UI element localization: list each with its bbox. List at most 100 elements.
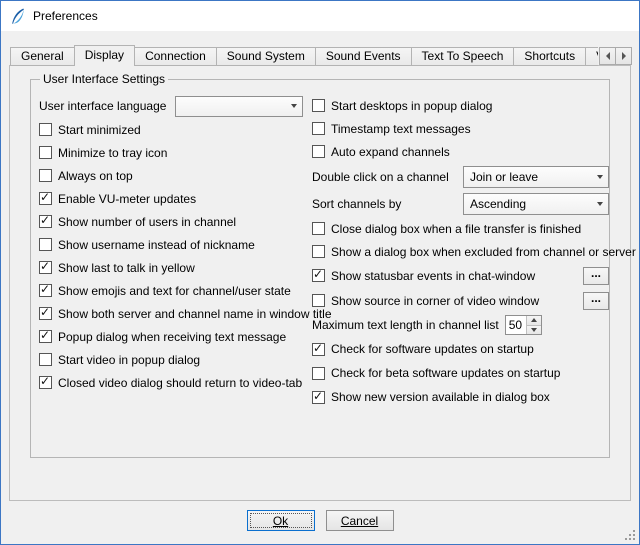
- checkbox-box[interactable]: ✓: [312, 245, 325, 258]
- tab-text-to-speech[interactable]: Text To Speech: [411, 47, 515, 66]
- tab-sound-events[interactable]: Sound Events: [315, 47, 412, 66]
- checkbox-popup-dialog-on-text-message[interactable]: ✓ Popup dialog when receiving text messa…: [39, 325, 303, 348]
- checkbox-box[interactable]: ✓: [312, 367, 325, 380]
- checkbox-label: Show both server and channel name in win…: [58, 307, 332, 321]
- checkbox-always-on-top[interactable]: ✓ Always on top: [39, 164, 303, 187]
- checkbox-box[interactable]: ✓: [39, 330, 52, 343]
- checkbox-box[interactable]: ✓: [39, 284, 52, 297]
- checkbox-show-source-corner-video[interactable]: ✓ Show source in corner of video window …: [312, 288, 609, 313]
- checkbox-label: Always on top: [58, 169, 133, 183]
- checkbox-box[interactable]: ✓: [39, 146, 52, 159]
- spin-up-button[interactable]: [527, 316, 541, 325]
- spinbox-value: 50: [506, 316, 526, 334]
- checkbox-label: Minimize to tray icon: [58, 146, 167, 160]
- double-click-combobox-value: Join or leave: [470, 170, 591, 184]
- checkbox-check-software-updates[interactable]: ✓ Check for software updates on startup: [312, 337, 609, 361]
- checkbox-show-number-of-users-in-channel[interactable]: ✓ Show number of users in channel: [39, 210, 303, 233]
- sort-channels-label: Sort channels by: [312, 197, 401, 211]
- checkbox-label: Auto expand channels: [331, 145, 450, 159]
- checkbox-show-last-to-talk-in-yellow[interactable]: ✓ Show last to talk in yellow: [39, 256, 303, 279]
- left-column: User interface language ✓ Start minimize…: [39, 94, 303, 394]
- ok-button[interactable]: Ok: [247, 510, 315, 531]
- checkbox-timestamp-text-messages[interactable]: ✓ Timestamp text messages: [312, 117, 609, 140]
- resize-grip[interactable]: [624, 529, 637, 542]
- sort-channels-combobox-value: Ascending: [470, 197, 591, 211]
- checkbox-box[interactable]: ✓: [39, 192, 52, 205]
- chevron-up-icon: [531, 318, 537, 322]
- checkbox-box[interactable]: ✓: [312, 122, 325, 135]
- checkbox-box[interactable]: ✓: [39, 307, 52, 320]
- language-combobox[interactable]: [175, 96, 303, 117]
- checkbox-start-minimized[interactable]: ✓ Start minimized: [39, 118, 303, 141]
- checkbox-show-new-version-in-dialog[interactable]: ✓ Show new version available in dialog b…: [312, 385, 609, 409]
- cancel-button[interactable]: Cancel: [326, 510, 394, 531]
- video-source-ellipsis-button[interactable]: ...: [583, 292, 609, 310]
- checkbox-label: Check for software updates on startup: [331, 342, 534, 356]
- checkbox-label: Check for beta software updates on start…: [331, 366, 560, 380]
- checkbox-label: Popup dialog when receiving text message: [58, 330, 286, 344]
- checkbox-show-server-and-channel-in-title[interactable]: ✓ Show both server and channel name in w…: [39, 302, 303, 325]
- checkbox-show-emojis-and-text-for-state[interactable]: ✓ Show emojis and text for channel/user …: [39, 279, 303, 302]
- checkbox-label: Start minimized: [58, 123, 141, 137]
- user-interface-settings-group: User Interface Settings User interface l…: [30, 79, 610, 458]
- sort-channels-combobox[interactable]: Ascending: [463, 193, 609, 215]
- checkbox-box[interactable]: ✓: [312, 391, 325, 404]
- checkbox-label: Show last to talk in yellow: [58, 261, 195, 275]
- checkbox-label: Close dialog box when a file transfer is…: [331, 222, 581, 236]
- tab-scroll-left-button[interactable]: [599, 47, 616, 65]
- checkbox-box[interactable]: ✓: [39, 238, 52, 251]
- checkbox-minimize-to-tray-icon[interactable]: ✓ Minimize to tray icon: [39, 141, 303, 164]
- checkbox-auto-expand-channels[interactable]: ✓ Auto expand channels: [312, 140, 609, 163]
- checkbox-start-video-in-popup-dialog[interactable]: ✓ Start video in popup dialog: [39, 348, 303, 371]
- checkbox-box[interactable]: ✓: [312, 145, 325, 158]
- checkbox-box[interactable]: ✓: [312, 294, 325, 307]
- check-icon: ✓: [40, 213, 50, 227]
- double-click-row: Double click on a channel Join or leave: [312, 163, 609, 190]
- checkbox-box[interactable]: ✓: [312, 269, 325, 282]
- statusbar-events-ellipsis-button[interactable]: ...: [583, 267, 609, 285]
- max-text-length-spinbox[interactable]: 50: [505, 315, 542, 335]
- checkbox-box[interactable]: ✓: [39, 353, 52, 366]
- checkbox-check-beta-software-updates[interactable]: ✓ Check for beta software updates on sta…: [312, 361, 609, 385]
- check-icon: ✓: [313, 267, 323, 281]
- check-icon: ✓: [40, 305, 50, 319]
- titlebar[interactable]: Preferences: [1, 1, 639, 31]
- checkbox-label: Show emojis and text for channel/user st…: [58, 284, 291, 298]
- checkbox-closed-video-return-to-video-tab[interactable]: ✓ Closed video dialog should return to v…: [39, 371, 303, 394]
- tab-video[interactable]: Video: [585, 47, 598, 66]
- tab-scroll-right-button[interactable]: [615, 47, 632, 65]
- checkbox-show-dialog-when-excluded[interactable]: ✓ Show a dialog box when excluded from c…: [312, 240, 609, 263]
- spin-down-button[interactable]: [527, 325, 541, 335]
- checkbox-box[interactable]: ✓: [39, 123, 52, 136]
- checkbox-box[interactable]: ✓: [312, 222, 325, 235]
- chevron-down-icon: [531, 328, 537, 332]
- checkbox-label: Show source in corner of video window: [331, 294, 539, 308]
- dialog-buttons: Ok Cancel: [1, 510, 639, 531]
- tab-general[interactable]: General: [10, 47, 75, 66]
- tab-sound-system[interactable]: Sound System: [216, 47, 316, 66]
- tab-display[interactable]: Display: [74, 45, 135, 66]
- checkbox-box[interactable]: ✓: [39, 169, 52, 182]
- checkbox-start-desktops-in-popup-dialog[interactable]: ✓ Start desktops in popup dialog: [312, 94, 609, 117]
- max-text-length-label: Maximum text length in channel list: [312, 318, 499, 332]
- checkbox-box[interactable]: ✓: [39, 376, 52, 389]
- checkbox-label: Show new version available in dialog box: [331, 390, 550, 404]
- tab-connection[interactable]: Connection: [134, 47, 217, 66]
- checkbox-label: Timestamp text messages: [331, 122, 471, 136]
- check-icon: ✓: [40, 282, 50, 296]
- checkbox-box[interactable]: ✓: [39, 261, 52, 274]
- check-icon: ✓: [40, 374, 50, 388]
- checkbox-box[interactable]: ✓: [39, 215, 52, 228]
- checkbox-enable-vu-meter-updates[interactable]: ✓ Enable VU-meter updates: [39, 187, 303, 210]
- checkbox-box[interactable]: ✓: [312, 99, 325, 112]
- checkbox-label: Closed video dialog should return to vid…: [58, 376, 302, 390]
- chevron-right-icon: [622, 52, 626, 60]
- tab-shortcuts[interactable]: Shortcuts: [513, 47, 586, 66]
- language-label: User interface language: [39, 99, 166, 113]
- double-click-combobox[interactable]: Join or leave: [463, 166, 609, 188]
- checkbox-show-statusbar-events[interactable]: ✓ Show statusbar events in chat-window .…: [312, 263, 609, 288]
- chevron-down-icon: [591, 194, 608, 214]
- checkbox-box[interactable]: ✓: [312, 343, 325, 356]
- checkbox-close-dialog-on-file-transfer-finished[interactable]: ✓ Close dialog box when a file transfer …: [312, 217, 609, 240]
- checkbox-show-username-instead-of-nickname[interactable]: ✓ Show username instead of nickname: [39, 233, 303, 256]
